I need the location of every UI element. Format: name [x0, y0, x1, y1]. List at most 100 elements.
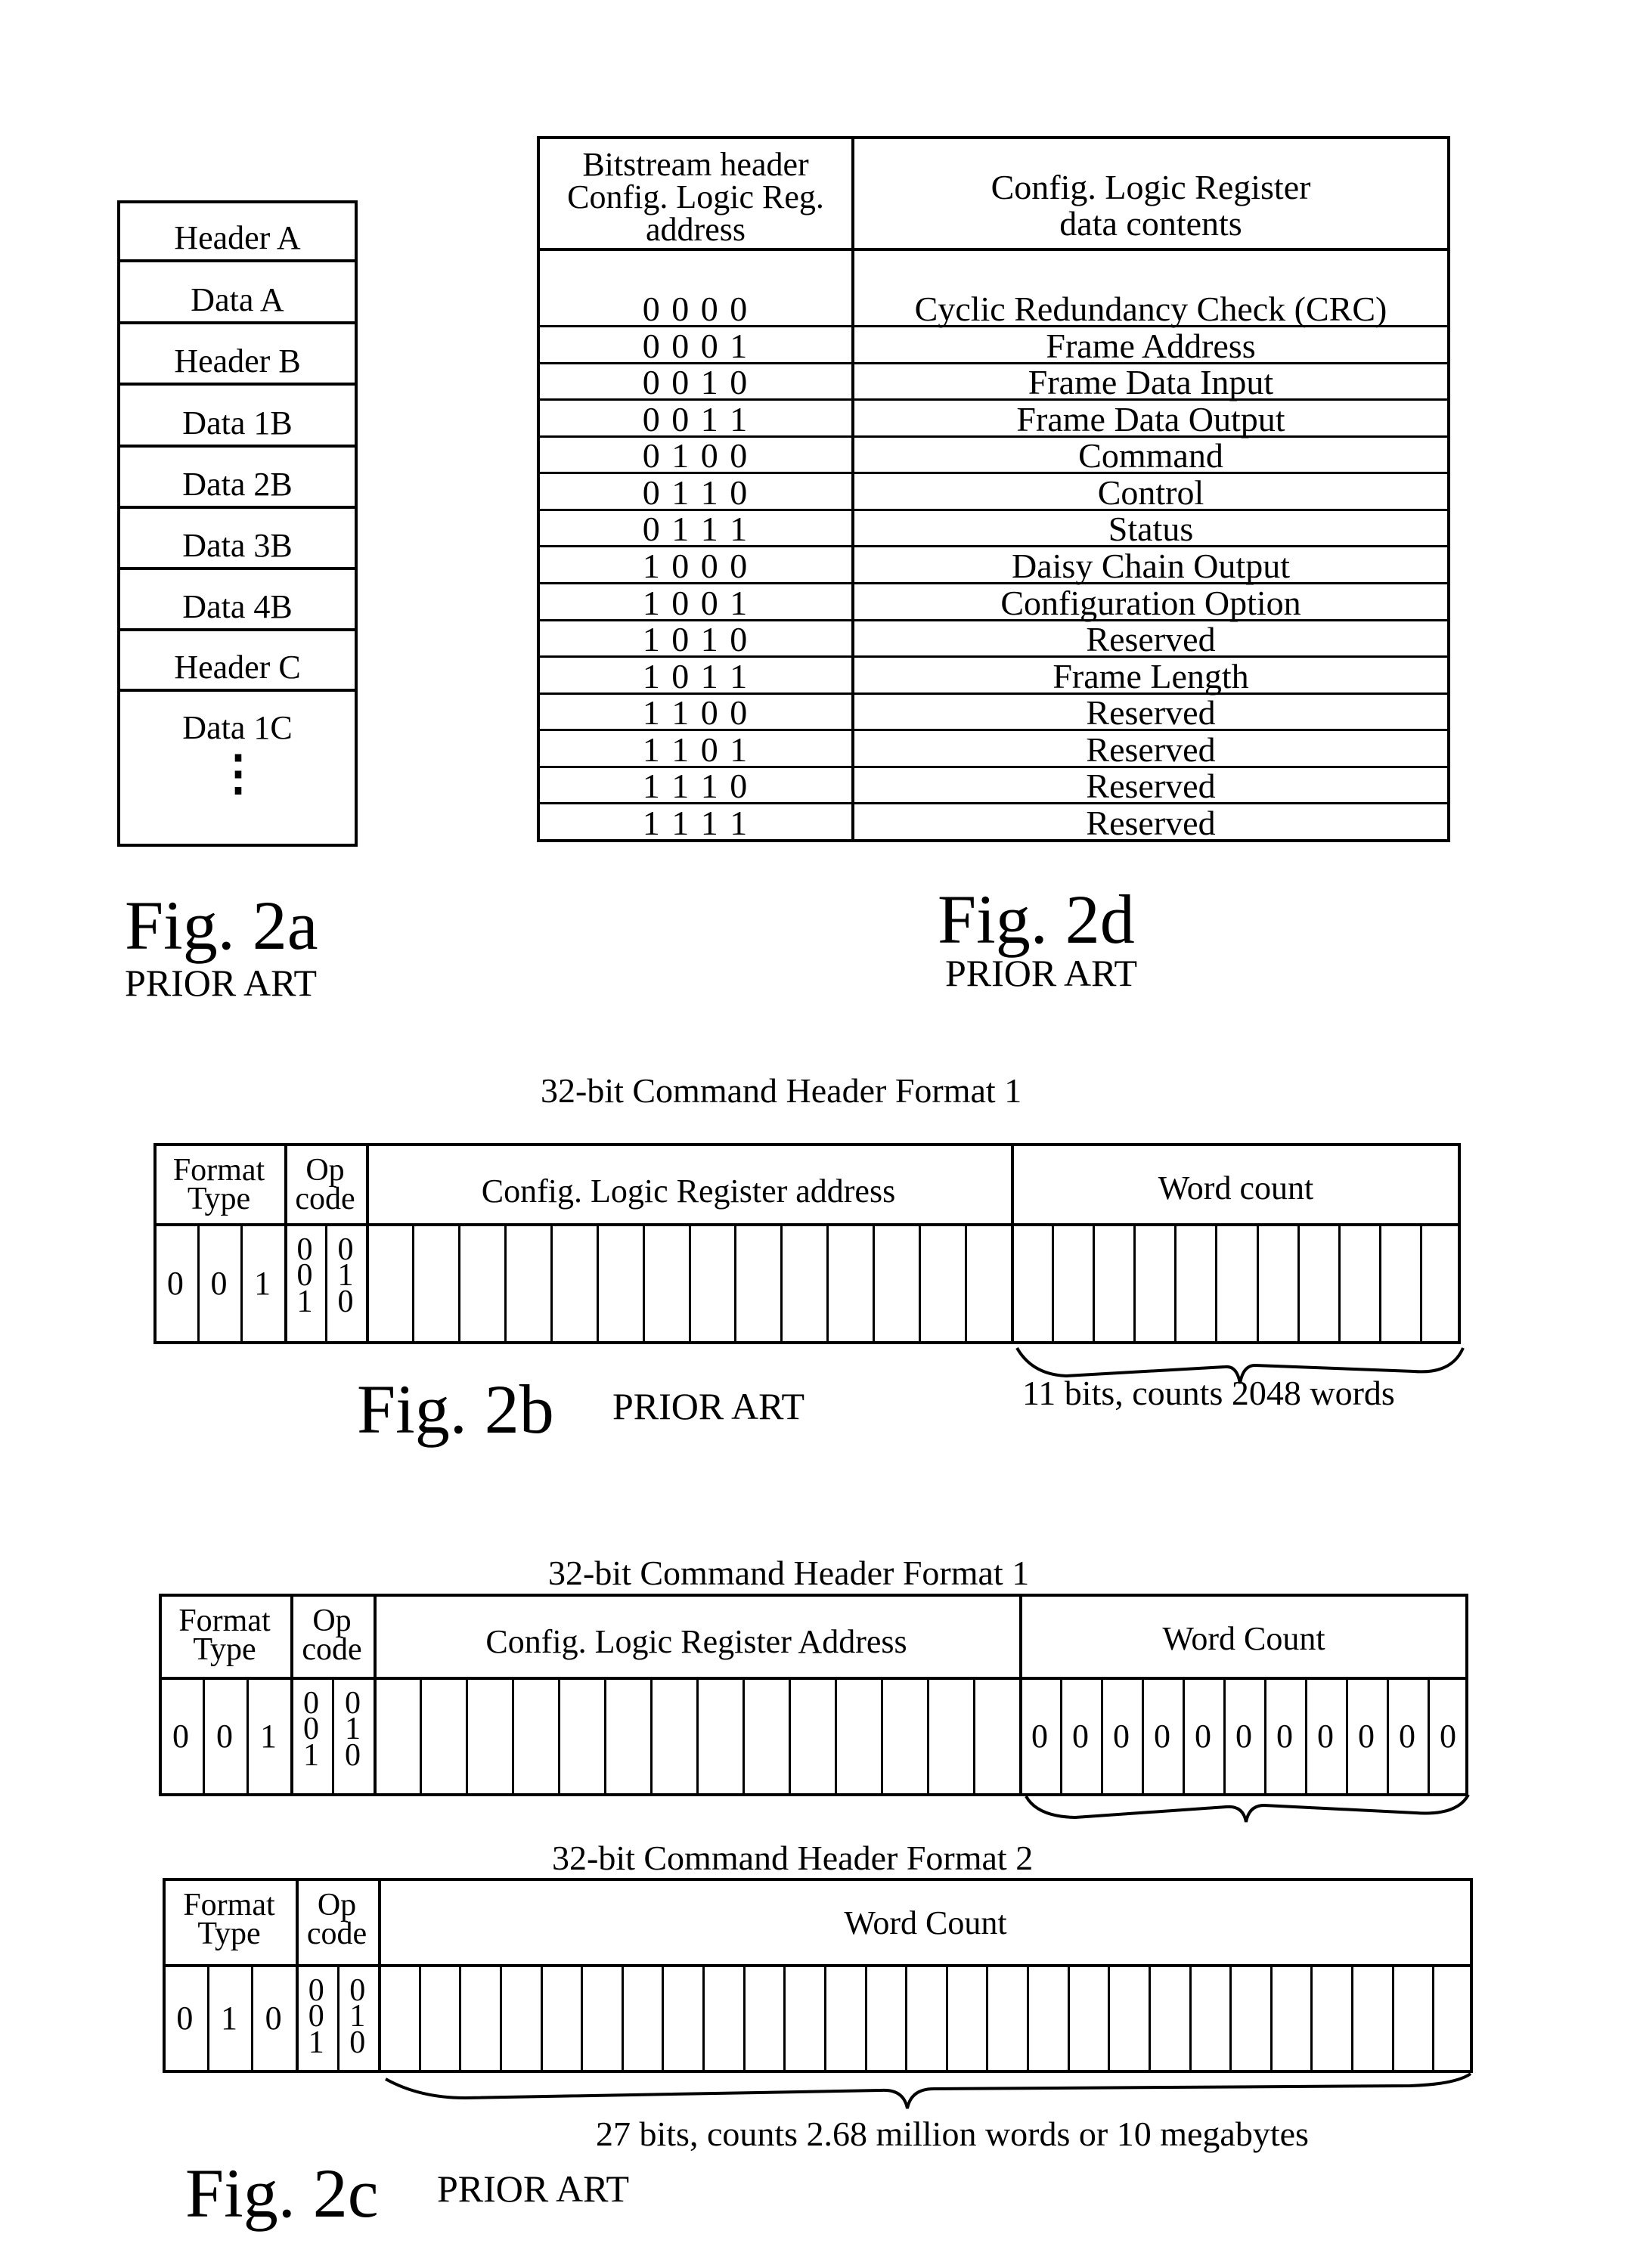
word-count-bit-cell	[1108, 1964, 1111, 2073]
fig-2a-label: Fig. 2a	[125, 887, 318, 964]
word-count-bit-cell	[621, 1964, 624, 2073]
address-bit-cell	[596, 1223, 599, 1344]
word-count-bit: 0	[1317, 1718, 1334, 1755]
format-type-label: Format Type	[163, 1889, 296, 1951]
fig-2a-prior-art: PRIOR ART	[125, 962, 318, 1004]
word-count-bit-cell	[1148, 1964, 1151, 2073]
register-address: 1 1 0 1	[642, 730, 749, 769]
opcode-bit: 0	[345, 1737, 361, 1773]
word-count-bit-cell	[823, 1964, 826, 2073]
label-row-divider	[153, 1223, 1461, 1226]
register-contents: Cyclic Redundancy Check (CRC)	[914, 290, 1387, 328]
address-bit-cell	[457, 1223, 460, 1344]
opcode-bit: 1	[303, 1737, 319, 1773]
address-bit-cell	[504, 1223, 507, 1344]
fig-2b-prior-art: PRIOR ART	[612, 1385, 805, 1427]
header-address-line: address	[646, 211, 746, 249]
word-count-bit-cell	[864, 1964, 867, 2073]
opcode-bit: 0	[337, 1284, 354, 1319]
label-line: Type	[193, 1631, 256, 1667]
register-address: 1 1 1 1	[642, 804, 749, 842]
format-bit: 1	[254, 1265, 271, 1302]
word-count-bit-cell	[1432, 1964, 1435, 2073]
field-divider	[366, 1143, 369, 1344]
bitstream-row: Data 2B	[182, 466, 293, 503]
fig-2b-label: Fig. 2b	[357, 1371, 554, 1448]
register-contents: Control	[1097, 472, 1204, 512]
word-count-bit-cell	[499, 1964, 502, 2073]
fig-2b-title: 32-bit Command Header Format 1	[541, 1071, 1022, 1110]
opcode-bit-column: 010	[337, 1975, 379, 2059]
word-count-bit-cell	[418, 1964, 421, 2073]
register-address: 1 1 1 0	[642, 767, 749, 806]
address-bit-cell	[835, 1677, 837, 1796]
word-count-bit: 0	[1358, 1718, 1375, 1755]
word-count-bit-cell	[1027, 1964, 1030, 2073]
address-bit-cell	[873, 1223, 876, 1344]
format-type-label: Format Type	[159, 1605, 290, 1667]
word-count-bit: 0	[1276, 1718, 1293, 1755]
bitstream-row: Header B	[174, 342, 301, 380]
opcode-label: Op code	[284, 1154, 366, 1215]
fig-2d-label: Fig. 2d	[938, 881, 1135, 958]
address-bit-cell	[973, 1677, 975, 1796]
word-count-bit-cell	[1338, 1223, 1341, 1344]
bitstream-row: Data 3B	[182, 527, 293, 564]
register-address: 1 1 0 0	[642, 693, 749, 733]
address-bit-cell	[742, 1677, 745, 1796]
ellipsis-icon: ⋮	[214, 746, 262, 800]
fig-2d-prior-art: PRIOR ART	[945, 952, 1138, 994]
fig-2c-label: Fig. 2c	[185, 2155, 379, 2232]
word-count-bit-cell	[1310, 1964, 1313, 2073]
word-count-bit-cell	[905, 1964, 908, 2073]
word-count-bit-cell	[1297, 1223, 1300, 1344]
header-contents-column: Config. Logic Register data contents	[854, 169, 1447, 243]
header-address-column: Bitstream header Config. Logic Reg. addr…	[540, 146, 851, 249]
field-divider	[374, 1594, 377, 1796]
fig-2c-prior-art: PRIOR ART	[437, 2167, 630, 2210]
address-bit-cell	[965, 1223, 968, 1344]
word-count-bit-cell	[783, 1964, 786, 2073]
header-address-line: Bitstream header	[582, 146, 809, 183]
address-bit-cell	[734, 1223, 737, 1344]
word-count-note: 11 bits, counts 2048 words	[1022, 1374, 1395, 1412]
address-bit-cell	[466, 1677, 468, 1796]
opcode-label: Op code	[290, 1605, 374, 1665]
word-count-bit-cell	[1229, 1964, 1232, 2073]
address-bit-cell	[558, 1677, 560, 1796]
register-contents: Daisy Chain Output	[1012, 547, 1290, 585]
word-count-field-label: Word Count	[1162, 1620, 1325, 1657]
word-count-bit-cell	[945, 1964, 948, 2073]
register-address: 0 0 0 1	[642, 326, 749, 365]
word-count-bit-cell	[702, 1964, 705, 2073]
address-bit-cell	[688, 1223, 691, 1344]
word-count-field-label: Word count	[1158, 1170, 1314, 1207]
row-divider	[117, 628, 358, 631]
address-bit-cell	[789, 1677, 791, 1796]
word-count-bit: 0	[1031, 1718, 1048, 1755]
fig-2c-format2-title: 32-bit Command Header Format 2	[552, 1839, 1034, 1877]
register-contents: Configuration Option	[1000, 583, 1301, 622]
word-count-field-label: Word Count	[844, 1904, 1007, 1941]
header-contents-line: data contents	[1059, 204, 1242, 243]
word-count-bit-cell	[1351, 1964, 1354, 2073]
word-count-bit: 0	[1072, 1718, 1089, 1755]
label-line: Type	[197, 1916, 261, 1951]
word-count-bit-cell	[1174, 1223, 1177, 1344]
row-divider	[117, 383, 358, 386]
label-line: Type	[187, 1181, 251, 1216]
register-contents: Reserved	[1086, 620, 1216, 659]
row-divider	[117, 445, 358, 448]
word-count-bit-cell	[1391, 1964, 1394, 2073]
address-bit-cell	[696, 1677, 699, 1796]
register-contents: Command	[1078, 436, 1223, 476]
format-bit: 0	[210, 1265, 228, 1302]
row-divider	[117, 506, 358, 509]
opcode-label: Op code	[296, 1889, 378, 1950]
bitstream-row: Data 1C	[182, 709, 293, 746]
address-bit-cell	[881, 1677, 883, 1796]
register-address: 1 0 0 1	[642, 583, 749, 622]
opcode-bit-column: 010	[332, 1687, 374, 1773]
format-bit: 0	[216, 1718, 233, 1755]
header-contents-line: Config. Logic Register	[991, 168, 1311, 206]
